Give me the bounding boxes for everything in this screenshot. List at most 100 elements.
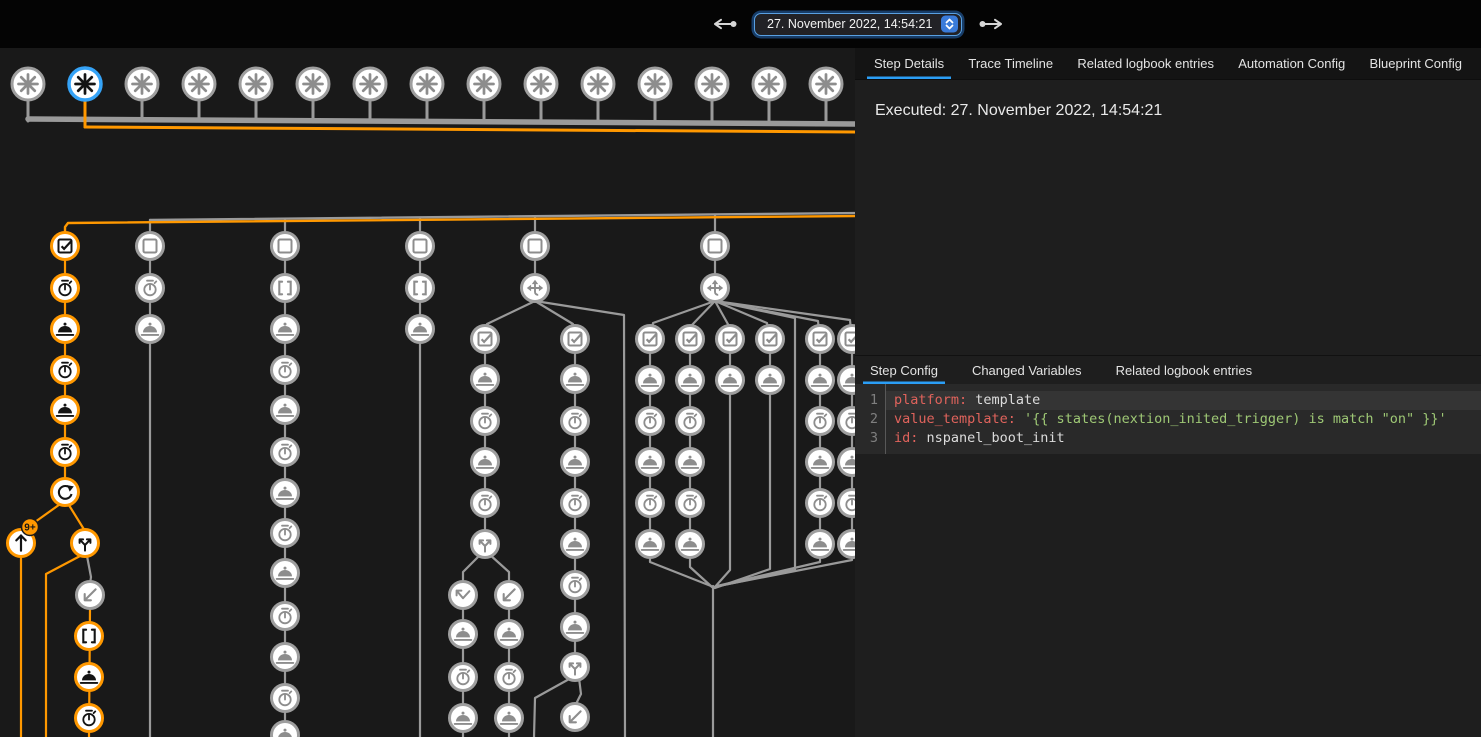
- asterisk-node[interactable]: [582, 68, 614, 100]
- timer-node[interactable]: [637, 490, 664, 517]
- service-node[interactable]: [807, 531, 834, 558]
- service-node[interactable]: [717, 367, 744, 394]
- checkbox-marked-node[interactable]: [757, 326, 784, 353]
- service-node[interactable]: [272, 560, 299, 587]
- service-node[interactable]: [450, 705, 477, 732]
- service-node[interactable]: [562, 531, 589, 558]
- service-node[interactable]: [472, 449, 499, 476]
- tab-related-logbook-entries-lower[interactable]: Related logbook entries: [1109, 356, 1260, 384]
- checkbox-marked-node[interactable]: [52, 233, 79, 260]
- asterisk-node[interactable]: [240, 68, 272, 100]
- arrow-decision-node[interactable]: [702, 275, 729, 302]
- checkbox-marked-node[interactable]: [677, 326, 704, 353]
- arrow-bottom-left-node[interactable]: [496, 582, 523, 609]
- call-split-node[interactable]: [72, 530, 99, 557]
- asterisk-node[interactable]: [297, 68, 329, 100]
- step-config-code-editor[interactable]: 1 2 3 platform: template value_template:…: [855, 384, 1481, 454]
- older-trace-button[interactable]: [710, 15, 741, 33]
- service-node[interactable]: [272, 316, 299, 343]
- timer-node[interactable]: [52, 357, 79, 384]
- service-node[interactable]: [52, 316, 79, 343]
- service-node[interactable]: [272, 480, 299, 507]
- timer-node[interactable]: [807, 490, 834, 517]
- tab-step-config[interactable]: Step Config: [863, 356, 945, 384]
- tab-automation-config[interactable]: Automation Config: [1231, 48, 1352, 79]
- checkbox-blank-node[interactable]: [137, 233, 164, 260]
- service-node[interactable]: [137, 316, 164, 343]
- timer-node[interactable]: [137, 275, 164, 302]
- timer-node[interactable]: [562, 572, 589, 599]
- checkbox-marked-node[interactable]: [472, 326, 499, 353]
- service-node[interactable]: [839, 449, 856, 476]
- timer-node[interactable]: [677, 490, 704, 517]
- timer-node[interactable]: [52, 275, 79, 302]
- code-brackets-node[interactable]: [272, 275, 299, 302]
- repeat-node[interactable]: [52, 479, 79, 506]
- tab-blueprint-config[interactable]: Blueprint Config: [1362, 48, 1469, 79]
- service-node[interactable]: [677, 367, 704, 394]
- timer-node[interactable]: [637, 408, 664, 435]
- service-node[interactable]: [76, 664, 103, 691]
- checkbox-blank-node[interactable]: [272, 233, 299, 260]
- code-brackets-node[interactable]: [407, 275, 434, 302]
- newer-trace-button[interactable]: [975, 15, 1006, 33]
- service-node[interactable]: [562, 614, 589, 641]
- asterisk-node[interactable]: [354, 68, 386, 100]
- timer-node[interactable]: [562, 490, 589, 517]
- asterisk-node[interactable]: [525, 68, 557, 100]
- checkbox-blank-node[interactable]: [522, 233, 549, 260]
- tab-related-logbook-entries[interactable]: Related logbook entries: [1070, 48, 1221, 79]
- service-node[interactable]: [562, 366, 589, 393]
- service-node[interactable]: [677, 449, 704, 476]
- service-node[interactable]: [52, 397, 79, 424]
- service-node[interactable]: [272, 397, 299, 424]
- checkbox-marked-node[interactable]: [562, 326, 589, 353]
- timer-node[interactable]: [272, 357, 299, 384]
- checkbox-marked-node[interactable]: [717, 326, 744, 353]
- timer-node[interactable]: [272, 439, 299, 466]
- trace-run-selector[interactable]: 27. November 2022, 14:54:21: [754, 13, 962, 36]
- tab-changed-variables[interactable]: Changed Variables: [965, 356, 1089, 384]
- timer-node[interactable]: [677, 408, 704, 435]
- timer-node[interactable]: [472, 490, 499, 517]
- timer-node[interactable]: [839, 408, 856, 435]
- service-node[interactable]: [637, 531, 664, 558]
- asterisk-node[interactable]: [696, 68, 728, 100]
- service-node[interactable]: [407, 316, 434, 343]
- service-node[interactable]: [807, 449, 834, 476]
- service-node[interactable]: [677, 531, 704, 558]
- service-node[interactable]: [562, 449, 589, 476]
- asterisk-node[interactable]: [753, 68, 785, 100]
- timer-node[interactable]: [496, 664, 523, 691]
- service-node[interactable]: [450, 621, 477, 648]
- asterisk-node[interactable]: [468, 68, 500, 100]
- timer-node[interactable]: [450, 664, 477, 691]
- timer-node[interactable]: [839, 490, 856, 517]
- asterisk-node[interactable]: [810, 68, 842, 100]
- service-node[interactable]: [472, 366, 499, 393]
- service-node[interactable]: [807, 367, 834, 394]
- timer-node[interactable]: [52, 439, 79, 466]
- tab-step-details[interactable]: Step Details: [867, 48, 951, 79]
- service-node[interactable]: [637, 449, 664, 476]
- service-node[interactable]: [757, 367, 784, 394]
- timer-node[interactable]: [76, 705, 103, 732]
- arrow-bottom-left-node[interactable]: [77, 582, 104, 609]
- code-brackets-node[interactable]: [76, 623, 103, 650]
- timer-node[interactable]: [272, 520, 299, 547]
- checkbox-marked-node[interactable]: [637, 326, 664, 353]
- timer-node[interactable]: [272, 685, 299, 712]
- asterisk-node[interactable]: [411, 68, 443, 100]
- asterisk-node[interactable]: [69, 68, 101, 100]
- checkbox-marked-node[interactable]: [839, 326, 856, 353]
- trace-graph-area[interactable]: 9+: [0, 0, 855, 737]
- checkbox-blank-node[interactable]: [407, 233, 434, 260]
- service-node[interactable]: [272, 644, 299, 671]
- timer-node[interactable]: [472, 408, 499, 435]
- service-node[interactable]: [839, 367, 856, 394]
- timer-node[interactable]: [562, 408, 589, 435]
- asterisk-node[interactable]: [639, 68, 671, 100]
- checkbox-marked-node[interactable]: [807, 326, 834, 353]
- asterisk-node[interactable]: [126, 68, 158, 100]
- asterisk-node[interactable]: [12, 68, 44, 100]
